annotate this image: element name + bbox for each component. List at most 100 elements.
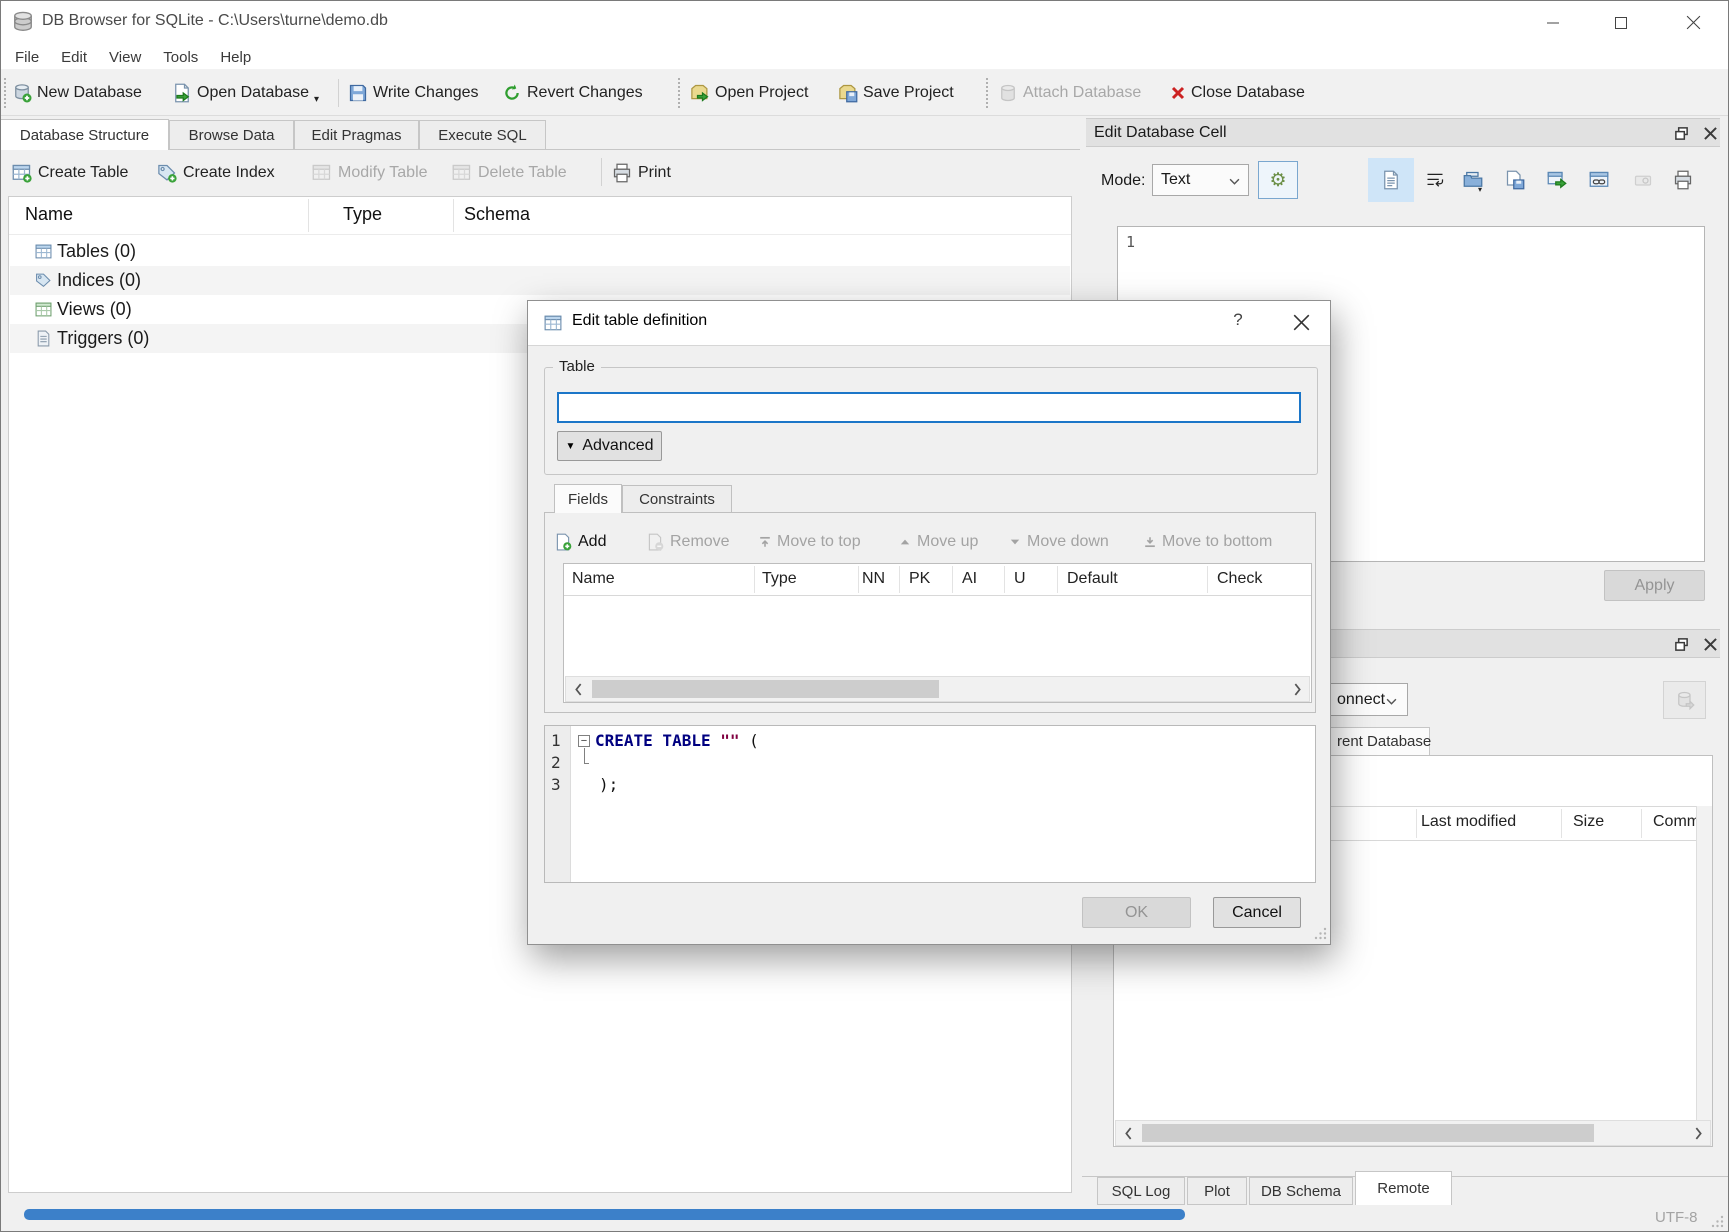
remote-column-size[interactable]: Size (1573, 813, 1604, 831)
tab-execute-sql[interactable]: Execute SQL (419, 120, 546, 150)
column-divider[interactable] (453, 199, 454, 232)
dialog-titlebar[interactable]: Edit table definition ? (528, 301, 1330, 346)
field-column-pk[interactable]: PK (909, 570, 930, 588)
menu-item-edit[interactable]: Edit (50, 45, 98, 70)
menu-item-help[interactable]: Help (209, 45, 262, 70)
edit-cell-dock-titlebar[interactable]: Edit Database Cell (1086, 118, 1720, 147)
save-project-button[interactable]: Save Project (838, 72, 954, 114)
scrollbar-thumb[interactable] (1142, 1124, 1594, 1142)
remove-field-button[interactable]: Remove (646, 528, 730, 556)
tab-fields[interactable]: Fields (554, 484, 622, 513)
tab-remote[interactable]: Remote (1355, 1171, 1452, 1205)
scroll-left-icon[interactable] (566, 677, 590, 701)
revert-changes-button[interactable]: Revert Changes (502, 72, 643, 114)
tree-row-tables[interactable]: Tables (0) (10, 237, 1070, 266)
dialog-resize-grip-icon[interactable] (1314, 927, 1327, 940)
remote-push-button[interactable] (1663, 681, 1706, 719)
tab-database-structure[interactable]: Database Structure (0, 119, 169, 150)
move-down-button[interactable]: Move down (1009, 528, 1109, 556)
field-column-name[interactable]: Name (572, 570, 615, 588)
move-to-top-button[interactable]: Move to top (759, 528, 861, 556)
column-divider[interactable] (1207, 566, 1208, 593)
new-database-button[interactable]: New Database (12, 72, 142, 114)
open-database-dropdown-arrow-icon[interactable]: ▾ (314, 94, 319, 105)
print-button[interactable]: Print (612, 152, 671, 194)
word-wrap-button[interactable] (1420, 166, 1450, 194)
toolbar-grip[interactable] (678, 78, 681, 108)
column-divider[interactable] (1057, 566, 1058, 593)
help-button[interactable]: ? (1223, 310, 1253, 330)
resize-grip-icon[interactable] (1711, 1215, 1724, 1228)
fold-marker[interactable]: − (578, 735, 590, 747)
mode-select[interactable]: Text (1152, 164, 1249, 196)
scroll-left-icon[interactable] (1116, 1121, 1140, 1145)
column-divider[interactable] (1004, 566, 1005, 593)
attach-database-button[interactable]: Attach Database (998, 72, 1141, 114)
move-to-bottom-button[interactable]: Move to bottom (1144, 528, 1272, 556)
close-dock-button[interactable] (1699, 633, 1721, 655)
field-column-check[interactable]: Check (1217, 570, 1262, 588)
remote-vertical-scrollbar[interactable] (1696, 806, 1712, 1146)
column-divider[interactable] (899, 566, 900, 593)
maximize-button[interactable] (1591, 0, 1651, 45)
tab-edit-pragmas[interactable]: Edit Pragmas (294, 120, 419, 150)
float-dock-button[interactable] (1670, 122, 1692, 144)
cancel-button[interactable]: Cancel (1213, 897, 1301, 928)
tree-column-schema[interactable]: Schema (464, 204, 530, 225)
import-text-button[interactable]: ▾ (1458, 166, 1488, 194)
field-column-default[interactable]: Default (1067, 570, 1118, 588)
column-divider[interactable] (1641, 809, 1642, 838)
tab-sql-log[interactable]: SQL Log (1097, 1177, 1185, 1205)
field-column-ai[interactable]: AI (962, 570, 977, 588)
column-divider[interactable] (1561, 809, 1562, 838)
tab-browse-data[interactable]: Browse Data (169, 120, 294, 150)
menu-item-tools[interactable]: Tools (152, 45, 209, 70)
write-changes-button[interactable]: Write Changes (348, 72, 479, 114)
column-divider[interactable] (754, 566, 755, 593)
tree-column-name[interactable]: Name (25, 204, 73, 225)
apply-button[interactable]: Apply (1604, 570, 1705, 601)
open-database-button[interactable]: Open Database (172, 72, 309, 114)
text-mode-toggle[interactable] (1368, 158, 1414, 202)
scrollbar-thumb[interactable] (592, 680, 939, 698)
create-table-button[interactable]: Create Table (12, 152, 128, 194)
delete-table-button[interactable]: Delete Table (452, 152, 567, 194)
toolbar-grip[interactable] (4, 78, 7, 108)
table-name-input[interactable] (557, 392, 1301, 423)
export-text-button[interactable] (1500, 166, 1530, 194)
copy-link-button[interactable] (1584, 166, 1614, 194)
scroll-right-icon[interactable] (1686, 1121, 1710, 1145)
print-cell-button[interactable] (1668, 166, 1698, 194)
tab-db-schema[interactable]: DB Schema (1249, 1177, 1353, 1205)
minimize-button[interactable] (1523, 0, 1583, 45)
move-up-button[interactable]: Move up (899, 528, 978, 556)
menu-item-view[interactable]: View (98, 45, 152, 70)
menu-item-file[interactable]: File (4, 45, 50, 70)
column-divider[interactable] (308, 199, 309, 232)
scroll-right-icon[interactable] (1285, 677, 1309, 701)
column-divider[interactable] (952, 566, 953, 593)
field-column-nn[interactable]: NN (862, 570, 885, 588)
field-column-u[interactable]: U (1014, 570, 1026, 588)
create-index-button[interactable]: Create Index (157, 152, 275, 194)
set-null-button[interactable] (1628, 166, 1658, 194)
float-dock-button[interactable] (1670, 633, 1692, 655)
remote-column-last-modified[interactable]: Last modified (1421, 813, 1516, 831)
advanced-button[interactable]: ▼ Advanced (557, 431, 662, 461)
close-database-button[interactable]: Close Database (1170, 72, 1305, 114)
open-project-button[interactable]: Open Project (690, 72, 808, 114)
fields-horizontal-scrollbar[interactable] (565, 676, 1310, 702)
column-divider[interactable] (858, 566, 859, 593)
remote-horizontal-scrollbar[interactable] (1115, 1120, 1711, 1146)
modify-table-button[interactable]: Modify Table (312, 152, 428, 194)
close-button[interactable] (1663, 0, 1723, 45)
remote-column-commit[interactable]: Comm (1653, 813, 1700, 831)
tree-row-indices[interactable]: Indices (0) (10, 266, 1070, 295)
tab-plot[interactable]: Plot (1187, 1177, 1247, 1205)
close-dock-button[interactable] (1699, 122, 1721, 144)
column-divider[interactable] (1416, 809, 1417, 838)
add-field-button[interactable]: Add (554, 528, 606, 556)
field-column-type[interactable]: Type (762, 570, 797, 588)
fields-table[interactable]: Name Type NN PK AI U Default Check (563, 563, 1312, 703)
ok-button[interactable]: OK (1082, 897, 1191, 928)
